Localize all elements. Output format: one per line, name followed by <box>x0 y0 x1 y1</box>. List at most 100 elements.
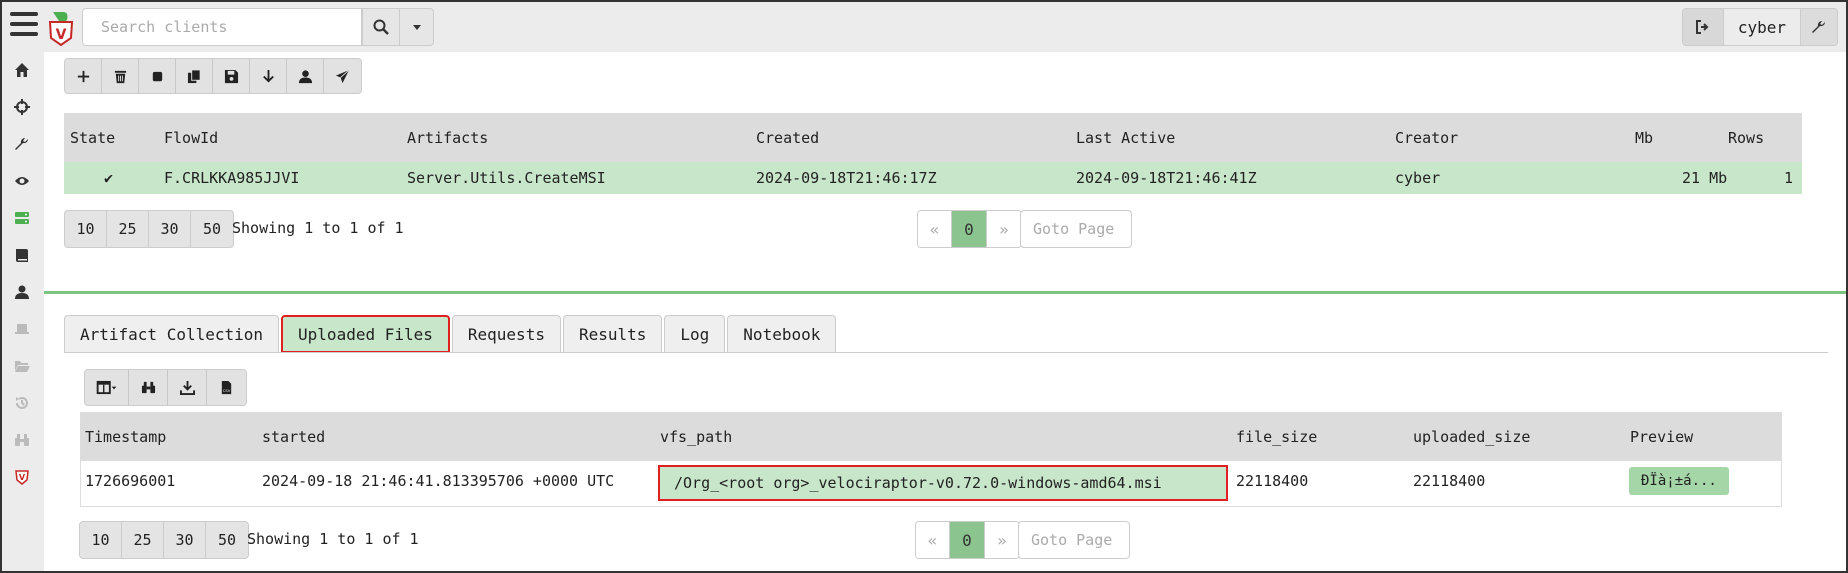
paper-plane-icon <box>335 69 350 83</box>
search-files-button[interactable] <box>129 370 168 405</box>
showing-count: Showing 1 to 1 of 1 <box>232 219 404 237</box>
preview-button[interactable]: ÐÏà¡±á... <box>1629 467 1729 495</box>
tab-requests[interactable]: Requests <box>451 315 561 353</box>
creator: cyber <box>1395 169 1441 187</box>
goto-page-input[interactable] <box>1020 210 1132 248</box>
column-header[interactable]: started <box>262 413 325 461</box>
column-header[interactable]: uploaded_size <box>1413 413 1530 461</box>
column-header[interactable]: Created <box>756 113 819 162</box>
vfs-path-link[interactable]: /Org_<root org>_velociraptor-v0.72.0-win… <box>658 465 1228 501</box>
download-files-button[interactable] <box>168 370 207 405</box>
plus-icon <box>77 70 89 82</box>
prev-page-button[interactable]: « <box>918 211 952 247</box>
mb-value: 21 Mb <box>1682 169 1728 187</box>
search-input[interactable] <box>82 8 362 46</box>
sidebar: V <box>0 52 44 573</box>
column-header[interactable]: Timestamp <box>85 413 166 461</box>
delete-collection-button[interactable] <box>102 59 139 93</box>
column-selector-button[interactable] <box>85 370 129 405</box>
column-header[interactable]: Artifacts <box>407 113 488 162</box>
file-size-value: 22118400 <box>1236 472 1309 490</box>
home-icon <box>15 63 29 77</box>
stop-collection-button[interactable] <box>139 59 176 93</box>
send-button[interactable] <box>324 59 361 93</box>
tab-notebook[interactable]: Notebook <box>727 315 837 353</box>
copy-icon <box>187 68 201 83</box>
sidebar-item-client <box>0 313 44 345</box>
eye-icon <box>15 177 29 185</box>
page-size-selector: 10 25 30 50 <box>64 210 234 248</box>
page-navigation: « 0 » <box>917 210 1022 248</box>
sign-out-icon <box>1695 20 1709 34</box>
page-size-option[interactable]: 30 <box>164 522 206 558</box>
tab-uploaded-files[interactable]: Uploaded Files <box>281 315 450 353</box>
sidebar-item-notebooks[interactable] <box>0 239 44 271</box>
pane-divider[interactable] <box>44 291 1848 294</box>
page-size-option[interactable]: 30 <box>149 211 191 247</box>
page-navigation: « 0 » <box>915 521 1020 559</box>
wrench-icon <box>1812 20 1826 33</box>
column-header[interactable]: Creator <box>1395 113 1458 162</box>
column-header[interactable]: file_size <box>1236 413 1317 461</box>
search-dropdown-button[interactable] <box>399 8 434 46</box>
column-header[interactable]: Rows <box>1728 113 1764 162</box>
column-header[interactable]: vfs_path <box>660 413 732 461</box>
tab-log[interactable]: Log <box>664 315 726 353</box>
current-page[interactable]: 0 <box>950 522 985 558</box>
page-size-option[interactable]: 25 <box>107 211 149 247</box>
logout-button[interactable] <box>1682 9 1723 45</box>
download-results-button[interactable] <box>250 59 287 93</box>
sidebar-item-home[interactable] <box>0 54 44 86</box>
download-icon <box>262 69 274 83</box>
username-label[interactable]: cyber <box>1722 9 1801 45</box>
column-header[interactable]: Last Active <box>1076 113 1175 162</box>
save-collection-button[interactable] <box>213 59 250 93</box>
hamburger-icon[interactable] <box>10 12 38 40</box>
settings-button[interactable] <box>1801 9 1837 45</box>
table-row[interactable]: ✔ F.CRLKKA985JJVI Server.Utils.CreateMSI… <box>64 162 1802 194</box>
column-header[interactable]: Mb <box>1635 113 1653 162</box>
svg-text:V: V <box>56 27 67 43</box>
goto-page-input[interactable] <box>1018 521 1130 559</box>
search-button[interactable] <box>362 8 400 46</box>
velociraptor-logo[interactable]: V <box>47 10 75 46</box>
sidebar-item-hunts[interactable] <box>0 91 44 123</box>
csv-file-icon: CSV <box>221 380 232 395</box>
user-icon <box>15 285 29 299</box>
current-page[interactable]: 0 <box>952 211 987 247</box>
sidebar-item-about[interactable]: V <box>0 461 44 493</box>
sidebar-item-monitoring[interactable] <box>0 165 44 197</box>
page-size-option[interactable]: 50 <box>206 522 248 558</box>
page-size-option[interactable]: 50 <box>191 211 233 247</box>
next-page-button[interactable]: » <box>987 211 1021 247</box>
sidebar-item-artifacts[interactable] <box>0 128 44 160</box>
flows-table-header: State FlowId Artifacts Created Last Acti… <box>64 113 1802 162</box>
table-row[interactable]: 1726696001 2024-09-18 21:46:41.813395706… <box>81 461 1781 506</box>
new-collection-button[interactable] <box>65 59 102 93</box>
column-header[interactable]: Preview <box>1630 413 1693 461</box>
prev-page-button[interactable]: « <box>916 522 950 558</box>
page-size-option[interactable]: 25 <box>122 522 164 558</box>
page-size-option[interactable]: 10 <box>65 211 107 247</box>
files-toolbar: CSV <box>84 369 247 406</box>
export-csv-button[interactable]: CSV <box>207 370 246 405</box>
folder-open-icon <box>15 361 30 372</box>
page-size-option[interactable]: 10 <box>80 522 122 558</box>
page-size-selector: 10 25 30 50 <box>79 521 249 559</box>
svg-text:V: V <box>19 473 26 482</box>
history-icon <box>16 397 28 409</box>
sidebar-item-users[interactable] <box>0 276 44 308</box>
column-header[interactable]: FlowId <box>164 113 218 162</box>
uploads-table-header: Timestamp started vfs_path file_size upl… <box>81 413 1781 461</box>
search-icon <box>373 19 389 35</box>
sidebar-item-server-artifacts[interactable] <box>0 202 44 234</box>
tab-artifact-collection[interactable]: Artifact Collection <box>64 315 280 353</box>
crosshairs-icon <box>14 99 30 115</box>
velociraptor-shield-icon: V <box>15 470 29 485</box>
add-to-client-button[interactable] <box>287 59 324 93</box>
next-page-button[interactable]: » <box>985 522 1019 558</box>
tab-results[interactable]: Results <box>562 315 663 353</box>
copy-collection-button[interactable] <box>176 59 213 93</box>
column-header[interactable]: State <box>70 113 115 162</box>
wrench-icon <box>15 137 29 150</box>
